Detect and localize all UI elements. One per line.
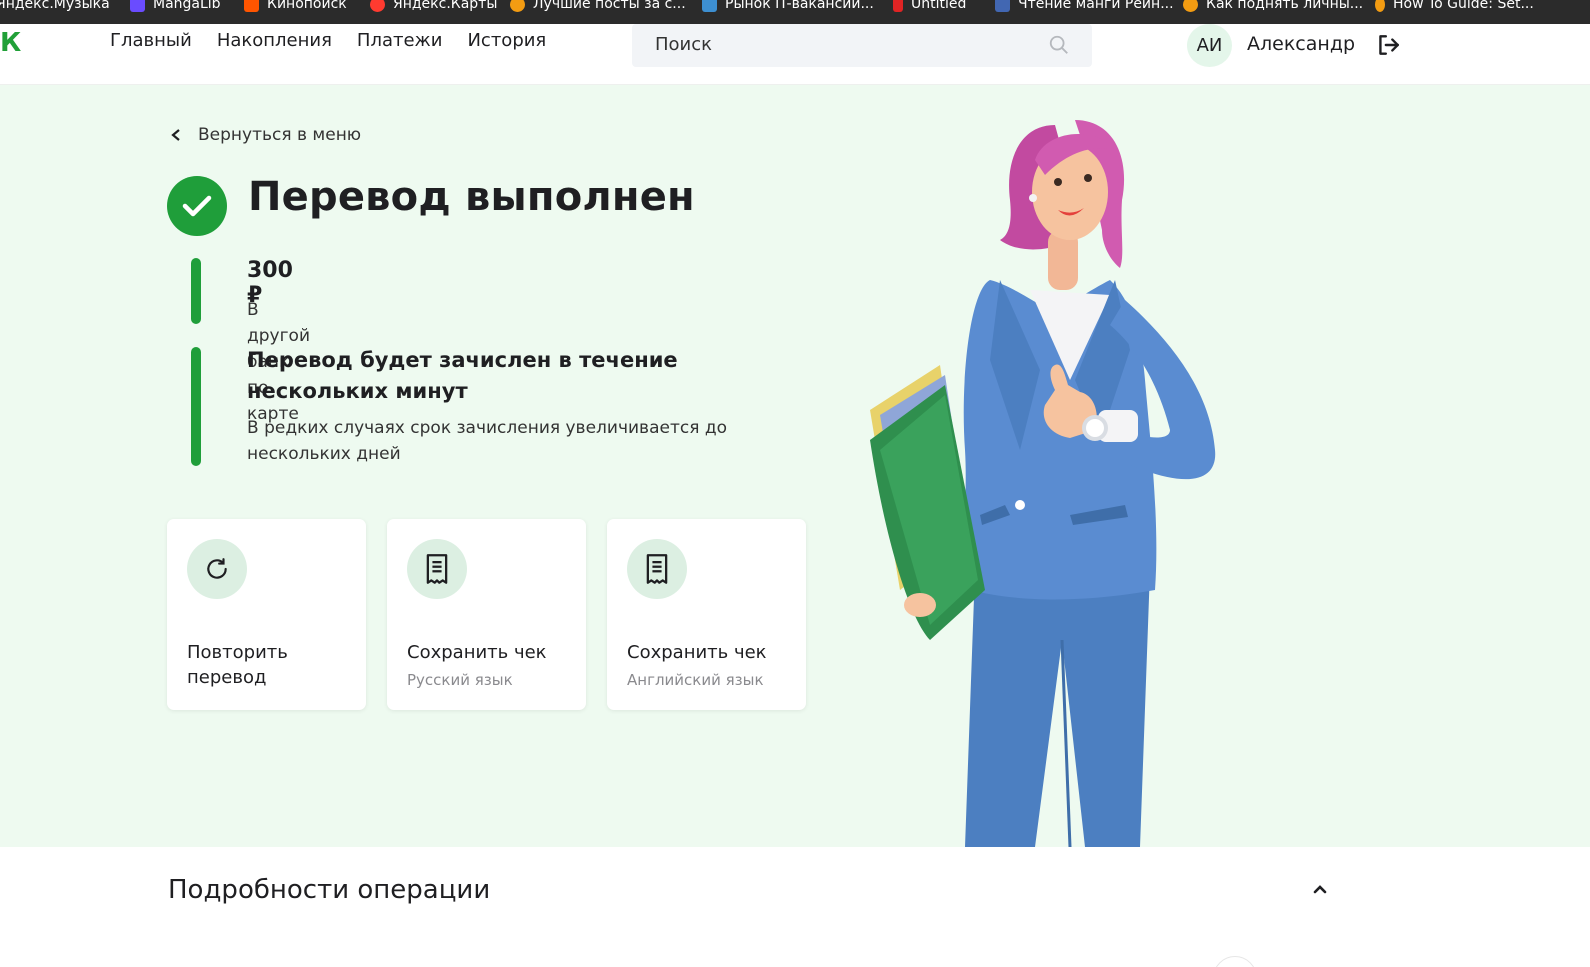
bookmark-best-posts[interactable]: Лучшие посты за с... <box>510 0 686 14</box>
save-receipt-en-card[interactable]: Сохранить чек Английский язык <box>607 519 806 710</box>
bookmark-label: Яндекс.Карты <box>393 0 498 12</box>
repeat-transfer-card[interactable]: Повторить перевод <box>167 519 366 710</box>
guide-icon <box>1375 0 1385 12</box>
bookmark-yandex-maps[interactable]: Яндекс.Карты <box>370 0 497 14</box>
step-progress-bar <box>191 347 201 466</box>
step-progress-bar <box>191 258 201 324</box>
back-label: Вернуться в меню <box>198 125 362 145</box>
bookmark-yandex-music[interactable]: Яндекс.Музыка <box>0 0 110 14</box>
action-cards: Повторить перевод Сохранить чек Русский … <box>167 519 806 710</box>
bank-logo[interactable]: К <box>0 28 21 58</box>
card-label: Сохранить чек <box>627 642 767 663</box>
bookmark-how-to-raise[interactable]: Как поднять личны... <box>1183 0 1363 14</box>
bookmark-label: Untitled <box>911 0 967 12</box>
card-sublabel: Английский язык <box>627 671 764 689</box>
search-icon[interactable] <box>1048 34 1070 56</box>
repeat-icon <box>187 539 247 599</box>
posts-icon <box>510 0 525 12</box>
bookmark-label: Яндекс.Музыка <box>0 0 110 12</box>
card-sublabel: Русский язык <box>407 671 513 689</box>
operation-details-title: Подробности операции <box>168 875 491 905</box>
jobs-icon <box>702 0 717 12</box>
maps-pin-icon <box>370 0 385 12</box>
nav-item-history[interactable]: История <box>467 30 546 51</box>
success-check-icon <box>167 176 227 236</box>
logout-icon[interactable] <box>1375 32 1401 58</box>
transfer-result-section: Вернуться в меню Перевод выполнен 300 ₽ … <box>0 85 1590 847</box>
card-label: Повторить перевод <box>187 642 288 688</box>
save-receipt-ru-card[interactable]: Сохранить чек Русский язык <box>387 519 586 710</box>
card-label: Сохранить чек <box>407 642 547 663</box>
search-input[interactable]: Поиск <box>632 24 1092 67</box>
back-to-menu-link[interactable]: Вернуться в меню <box>170 125 361 145</box>
bookmark-label: How To Guide: Set... <box>1393 0 1534 12</box>
page-title: Перевод выполнен <box>248 174 695 220</box>
main-nav: Главный Накопления Платежи История <box>110 30 571 51</box>
mangalib-icon <box>130 0 145 12</box>
receipt-icon <box>627 539 687 599</box>
illustration-woman-with-folder <box>870 120 1216 847</box>
chevron-up-icon[interactable] <box>1312 882 1328 896</box>
kinopoisk-icon <box>244 0 259 12</box>
chevron-left-icon <box>171 129 180 141</box>
nav-item-savings[interactable]: Накопления <box>217 30 332 51</box>
nav-item-payments[interactable]: Платежи <box>357 30 443 51</box>
bookmark-label: Чтение манги Рейн... <box>1018 0 1174 12</box>
notice-title: Перевод будет зачислен в течение несколь… <box>247 348 678 403</box>
search-placeholder: Поиск <box>655 34 713 55</box>
bookmark-label: MangaLib <box>153 0 221 12</box>
avatar[interactable]: АИ <box>1187 24 1232 67</box>
username[interactable]: Александр <box>1247 33 1355 55</box>
site-header: К Главный Накопления Платежи История Пои… <box>0 24 1590 85</box>
bookmark-label: Кинопоиск <box>267 0 347 12</box>
bookmark-how-to-guide[interactable]: How To Guide: Set... <box>1375 0 1534 14</box>
bookmark-mangalib[interactable]: MangaLib <box>130 0 221 14</box>
bookmark-kinopoisk[interactable]: Кинопоиск <box>244 0 347 14</box>
untitled-icon <box>893 0 903 12</box>
bookmark-label: Как поднять личны... <box>1206 0 1364 12</box>
bookmark-label: Рынок IT-вакансий... <box>725 0 874 12</box>
bookmark-label: Лучшие посты за с... <box>533 0 686 12</box>
receipt-icon <box>407 539 467 599</box>
bookmark-untitled[interactable]: Untitled <box>893 0 966 14</box>
bookmark-it-jobs[interactable]: Рынок IT-вакансий... <box>702 0 874 14</box>
bookmark-manga-reader[interactable]: Чтение манги Рейн... <box>995 0 1174 14</box>
nav-item-main[interactable]: Главный <box>110 30 192 51</box>
notice-description: В редких случаях срок зачисления увеличи… <box>247 418 727 464</box>
guide-icon <box>1183 0 1198 12</box>
manga-reader-icon <box>995 0 1010 12</box>
bookmarks-bar: Яндекс.Музыка MangaLib Кинопоиск Яндекс.… <box>0 0 1590 24</box>
scroll-button[interactable] <box>1213 956 1257 967</box>
